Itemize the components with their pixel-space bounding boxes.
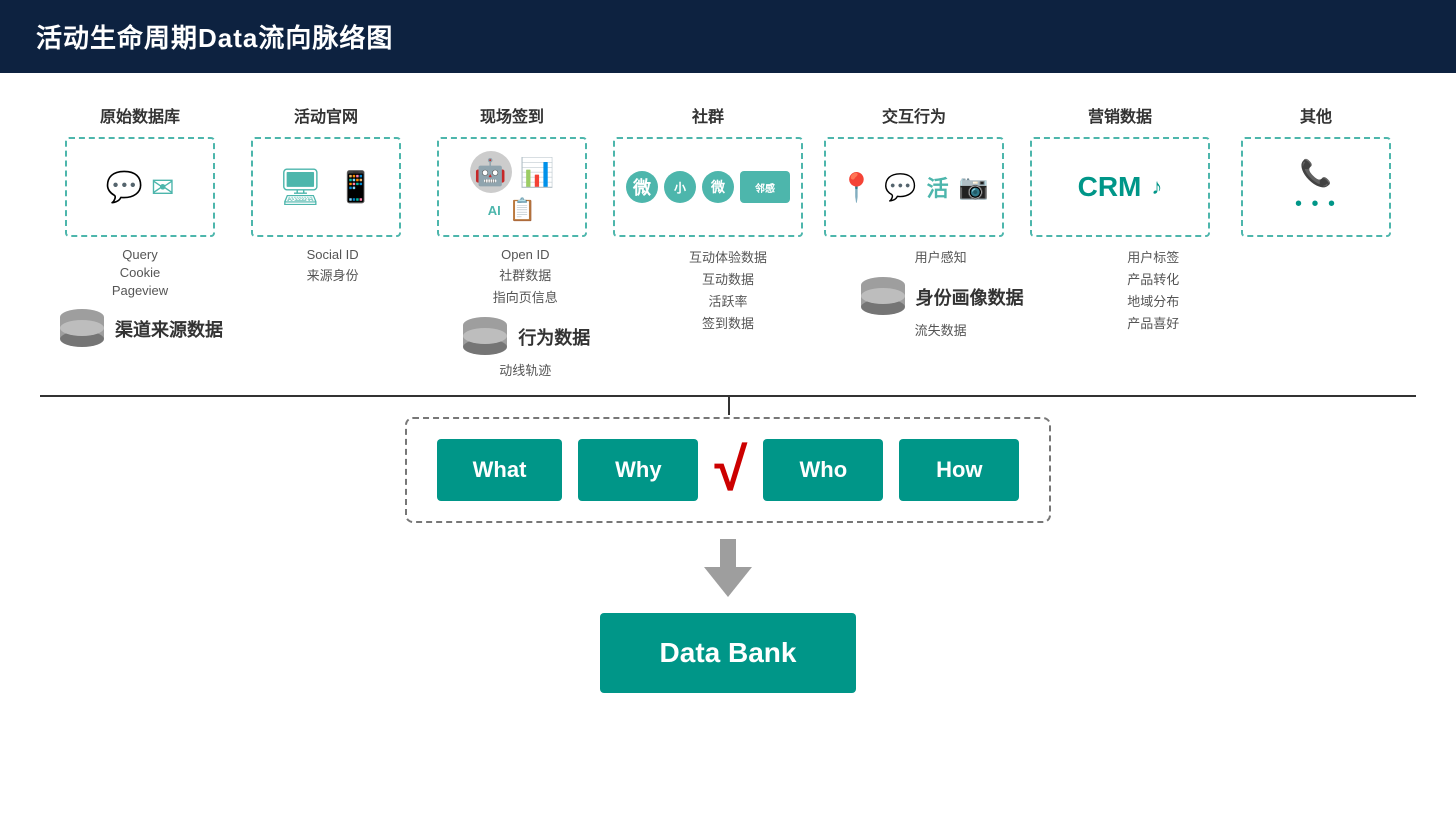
analysis-section: What Why √ Who How Data Bank [40,417,1416,693]
labels-col-6: 用户标签 产品转化 地域分布 产品喜好 [1053,247,1253,379]
labels-col-3: Open ID 社群数据 指向页信息 行为数据 动线轨迹 [435,247,615,379]
arrow-down-group [704,539,752,597]
location-icon: 📍 [839,171,874,204]
source-label-jiaohu: 交互行为 [882,103,946,127]
main-content: 原始数据库 💬 ✉ 活动官网 🖥 📱 现场签到 🤖 📊 [0,73,1456,713]
how-button[interactable]: How [899,439,1019,501]
source-yingxiao: 营销数据 CRM ♪ [1020,103,1220,237]
source-yuanshi: 原始数据库 💬 ✉ [50,103,230,237]
label-huoyuelv: 活跃率 [708,291,747,310]
source-qita: 其他 📞 • • • [1226,103,1406,237]
labels-col-2: Social ID 来源身份 [243,247,423,379]
source-box-shequn: 微 小 微 邻感 [613,137,803,237]
source-jiaohu: 交互行为 📍 💬 活 📷 [814,103,1014,237]
dots-icon: • • • [1295,193,1337,216]
label-zhuanhua: 产品转化 [1127,269,1179,288]
why-button[interactable]: Why [578,439,698,501]
label-zhixiang: 指向页信息 [493,287,558,306]
divider-area [40,395,1416,397]
source-box-yingxiao: CRM ♪ [1030,137,1210,237]
source-label-xianchang: 现场签到 [480,103,544,127]
arrow-shaft [720,539,736,567]
data-bank-box: Data Bank [600,613,857,693]
source-label-yingxiao: 营销数据 [1088,103,1152,127]
tiktok-icon: ♪ [1151,174,1162,200]
crm-icon: CRM [1078,171,1142,203]
sqrt-symbol: √ [714,440,747,500]
bar-chart-icon: 📊 [520,156,555,189]
weibo-icon: 微 [702,171,734,203]
clipboard-icon: 📋 [509,197,536,223]
chat2-icon: 💬 [884,172,916,203]
db-label-5: 身份画像数据 [916,284,1024,310]
label-dongxian: 动线轨迹 [499,360,551,379]
what-button[interactable]: What [437,439,563,501]
source-label-yuanshi: 原始数据库 [100,103,180,127]
labels-col-1: Query Cookie Pageview 渠道来源数据 [50,247,230,379]
page-header: 活动生命周期Data流向脉络图 [0,0,1456,73]
label-openid: Open ID [501,247,549,262]
activity-icon: 活 [927,171,949,203]
source-label-qita: 其他 [1300,103,1332,127]
source-box-jiaohu: 📍 💬 活 📷 [824,137,1004,237]
vertical-tick [728,395,730,415]
phone-icon: 📱 [337,170,374,205]
arrow-head [704,567,752,597]
analysis-dashed-box: What Why √ Who How [405,417,1052,523]
source-huodong: 活动官网 🖥 📱 [236,103,416,237]
monitor-icon: 🖥 [277,166,323,208]
miniprogram-icon: 小 [664,171,696,203]
source-label-shequn: 社群 [692,103,724,127]
db-label-1: 渠道来源数据 [115,316,223,342]
sources-row: 原始数据库 💬 ✉ 活动官网 🖥 📱 现场签到 🤖 📊 [40,103,1416,237]
label-yonghu-ganzhi: 用户感知 [915,247,967,266]
label-xihao: 产品喜好 [1127,313,1179,332]
nexrsen-icon: 邻感 [740,171,790,203]
label-hudong: 互动体验数据 [689,247,767,266]
labels-col-7 [1266,247,1406,379]
source-box-qita: 📞 • • • [1241,137,1391,237]
source-box-huodong: 🖥 📱 [251,137,401,237]
label-socialid: Social ID [307,247,359,262]
chat-icon: 💬 [106,170,143,205]
source-shequn: 社群 微 小 微 邻感 [608,103,808,237]
page-title: 活动生命周期Data流向脉络图 [36,23,393,53]
label-cookie: Cookie [120,265,160,280]
label-liushi: 流失数据 [915,320,967,339]
data-labels-area: Query Cookie Pageview 渠道来源数据 Social ID 来… [40,237,1416,379]
source-label-huodong: 活动官网 [294,103,358,127]
db-icon-1 [57,309,107,349]
email-icon: ✉ [151,171,174,204]
label-shequndata: 社群数据 [499,265,551,284]
source-box-xianchang: 🤖 📊 AI 📋 [437,137,587,237]
source-box-yuanshi: 💬 ✉ [65,137,215,237]
label-biaoqian: 用户标签 [1127,247,1179,266]
phone2-icon: 📞 [1300,158,1332,189]
label-query: Query [122,247,157,262]
label-diyu: 地域分布 [1127,291,1179,310]
label-pageview: Pageview [112,283,168,298]
source-xianchang: 现场签到 🤖 📊 AI 📋 [422,103,602,237]
wechat-icon: 微 [626,171,658,203]
label-laiyuan: 来源身份 [307,265,359,284]
db-label-3: 行为数据 [518,324,590,350]
db-icon-5 [858,277,908,317]
label-qiandao: 签到数据 [702,313,754,332]
who-button[interactable]: Who [763,439,883,501]
scan-icon: 📷 [959,173,989,202]
label-hudong2: 互动数据 [702,269,754,288]
db-icon-3 [460,317,510,357]
labels-col-5: 用户感知 身份画像数据 流失数据 [841,247,1041,379]
labels-col-4: 互动体验数据 互动数据 活跃率 签到数据 [628,247,828,379]
